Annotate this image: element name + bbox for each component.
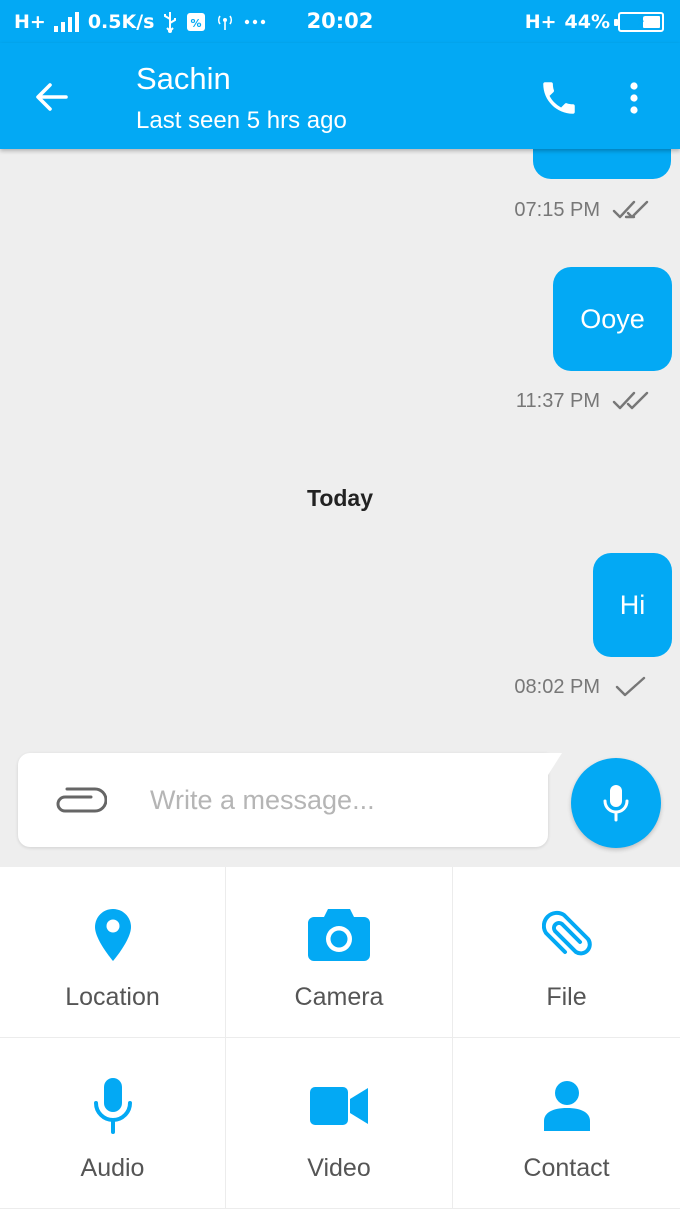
message-bubble[interactable]: Hi [593, 553, 672, 657]
message-time: 11:37 PM [515, 389, 600, 412]
call-button[interactable] [534, 73, 584, 123]
attach-location-option[interactable]: Location [0, 867, 226, 1038]
message-meta: 11:37 PM [516, 386, 650, 416]
battery-percent: 44% [564, 11, 610, 33]
message-input[interactable] [150, 773, 520, 827]
person-icon [543, 1076, 590, 1136]
status-right: H+ 44% ⚡ [525, 9, 664, 35]
double-check-icon [612, 200, 649, 219]
microphone-icon [93, 1076, 133, 1136]
message-composer [18, 753, 562, 847]
attach-camera-option[interactable]: Camera [226, 867, 453, 1038]
phone-icon [543, 82, 575, 114]
attach-option-label: Contact [523, 1154, 610, 1182]
message-meta: 07:15 PM [514, 195, 650, 225]
battery-icon: ⚡ [614, 12, 664, 32]
attach-file-option[interactable]: File [453, 867, 680, 1038]
video-camera-icon [310, 1076, 368, 1136]
voice-record-button[interactable] [571, 758, 661, 848]
message-bubble[interactable]: Ooye [553, 267, 672, 371]
attach-audio-option[interactable]: Audio [0, 1038, 226, 1209]
attach-contact-option[interactable]: Contact [453, 1038, 680, 1209]
microphone-icon [603, 785, 629, 822]
attach-option-label: Location [65, 983, 160, 1011]
attach-button[interactable] [48, 775, 110, 825]
chat-header: Sachin Last seen 5 hrs ago [0, 43, 680, 149]
camera-icon [308, 905, 370, 965]
attach-option-label: File [546, 983, 587, 1011]
status-bar: H+ 0.5K/s % 20:02 H+ 44% ⚡ [0, 0, 680, 43]
arrow-left-icon [36, 83, 68, 111]
paperclip-icon [541, 905, 592, 965]
check-icon [615, 676, 646, 697]
attach-option-label: Audio [80, 1154, 145, 1182]
last-seen-status: Last seen 5 hrs ago [136, 107, 347, 134]
location-pin-icon [94, 905, 131, 965]
attach-option-label: Camera [294, 983, 384, 1011]
network-type-right: H+ [524, 11, 557, 33]
message-time: 08:02 PM [514, 675, 600, 698]
message-meta: 08:02 PM [514, 672, 650, 702]
more-options-button[interactable] [612, 73, 656, 123]
paperclip-icon [56, 787, 107, 813]
day-separator: Today [306, 485, 374, 511]
back-button[interactable] [28, 73, 76, 121]
attach-video-option[interactable]: Video [226, 1038, 453, 1209]
message-time: 07:15 PM [514, 198, 600, 221]
message-bubble[interactable] [533, 149, 671, 179]
contact-name[interactable]: Sachin [136, 61, 231, 97]
more-vert-icon [630, 82, 638, 114]
attachment-options: Location Camera File Audio Video Contact [0, 867, 680, 1209]
attach-option-label: Video [307, 1154, 371, 1182]
double-check-icon [612, 391, 649, 410]
